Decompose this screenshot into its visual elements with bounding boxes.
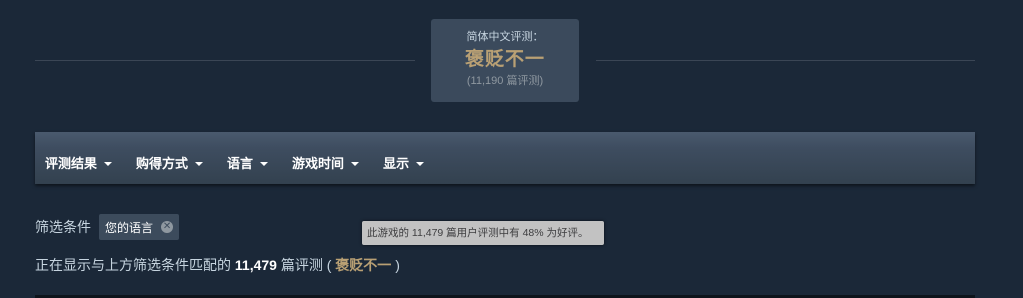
close-icon[interactable]: ✕ [161, 221, 174, 233]
filter-menu-playtime[interactable]: 游戏时间 [292, 144, 360, 172]
review-score-tooltip: 此游戏的 11,479 篇用户评测中有 48% 为好评。 [362, 221, 604, 245]
filter-chip-label: 您的语言 [105, 220, 154, 235]
filter-menu-label: 购得方式 [136, 156, 189, 171]
active-filters: 筛选条件 您的语言 ✕ [35, 214, 180, 240]
chevron-down-icon [416, 162, 425, 166]
filter-menu-language[interactable]: 语言 [227, 144, 269, 172]
filter-menu-review-type[interactable]: 评测结果 [45, 144, 113, 172]
summary-divider-right [596, 60, 975, 61]
results-count: 11,479 [234, 257, 277, 273]
chevron-down-icon [260, 162, 269, 166]
filter-menu-label: 游戏时间 [292, 156, 345, 171]
summary-title: 简体中文评测： [466, 31, 544, 43]
chevron-down-icon [104, 162, 113, 166]
results-suffix: ) [395, 257, 400, 273]
results-prefix: 正在显示与上方筛选条件匹配的 [35, 257, 231, 273]
filter-menu-label: 显示 [383, 156, 410, 171]
filter-chip-your-language[interactable]: 您的语言 ✕ [99, 214, 180, 240]
filter-menu-purchase-type[interactable]: 购得方式 [136, 144, 204, 172]
filter-menu-label: 语言 [227, 156, 254, 171]
results-middle: 篇评测 ( [280, 257, 332, 273]
summary-rating: 褒贬不一 [464, 49, 545, 70]
summary-review-count: (11,190 篇评测) [466, 75, 544, 87]
review-summary-box[interactable]: 简体中文评测： 褒贬不一 (11,190 篇评测) [431, 19, 579, 102]
summary-divider-left [35, 60, 415, 61]
chevron-down-icon [351, 162, 360, 166]
results-summary: 正在显示与上方筛选条件匹配的 11,479 篇评测 ( 褒贬不一 ) [35, 257, 400, 274]
results-rating: 褒贬不一 [335, 257, 392, 273]
review-filter-bar: 评测结果 购得方式 语言 游戏时间 显示 [35, 132, 975, 184]
chevron-down-icon [195, 162, 204, 166]
filter-menu-label: 评测结果 [45, 156, 98, 171]
active-filters-label: 筛选条件 [35, 218, 91, 235]
filter-menu-display[interactable]: 显示 [383, 144, 425, 172]
